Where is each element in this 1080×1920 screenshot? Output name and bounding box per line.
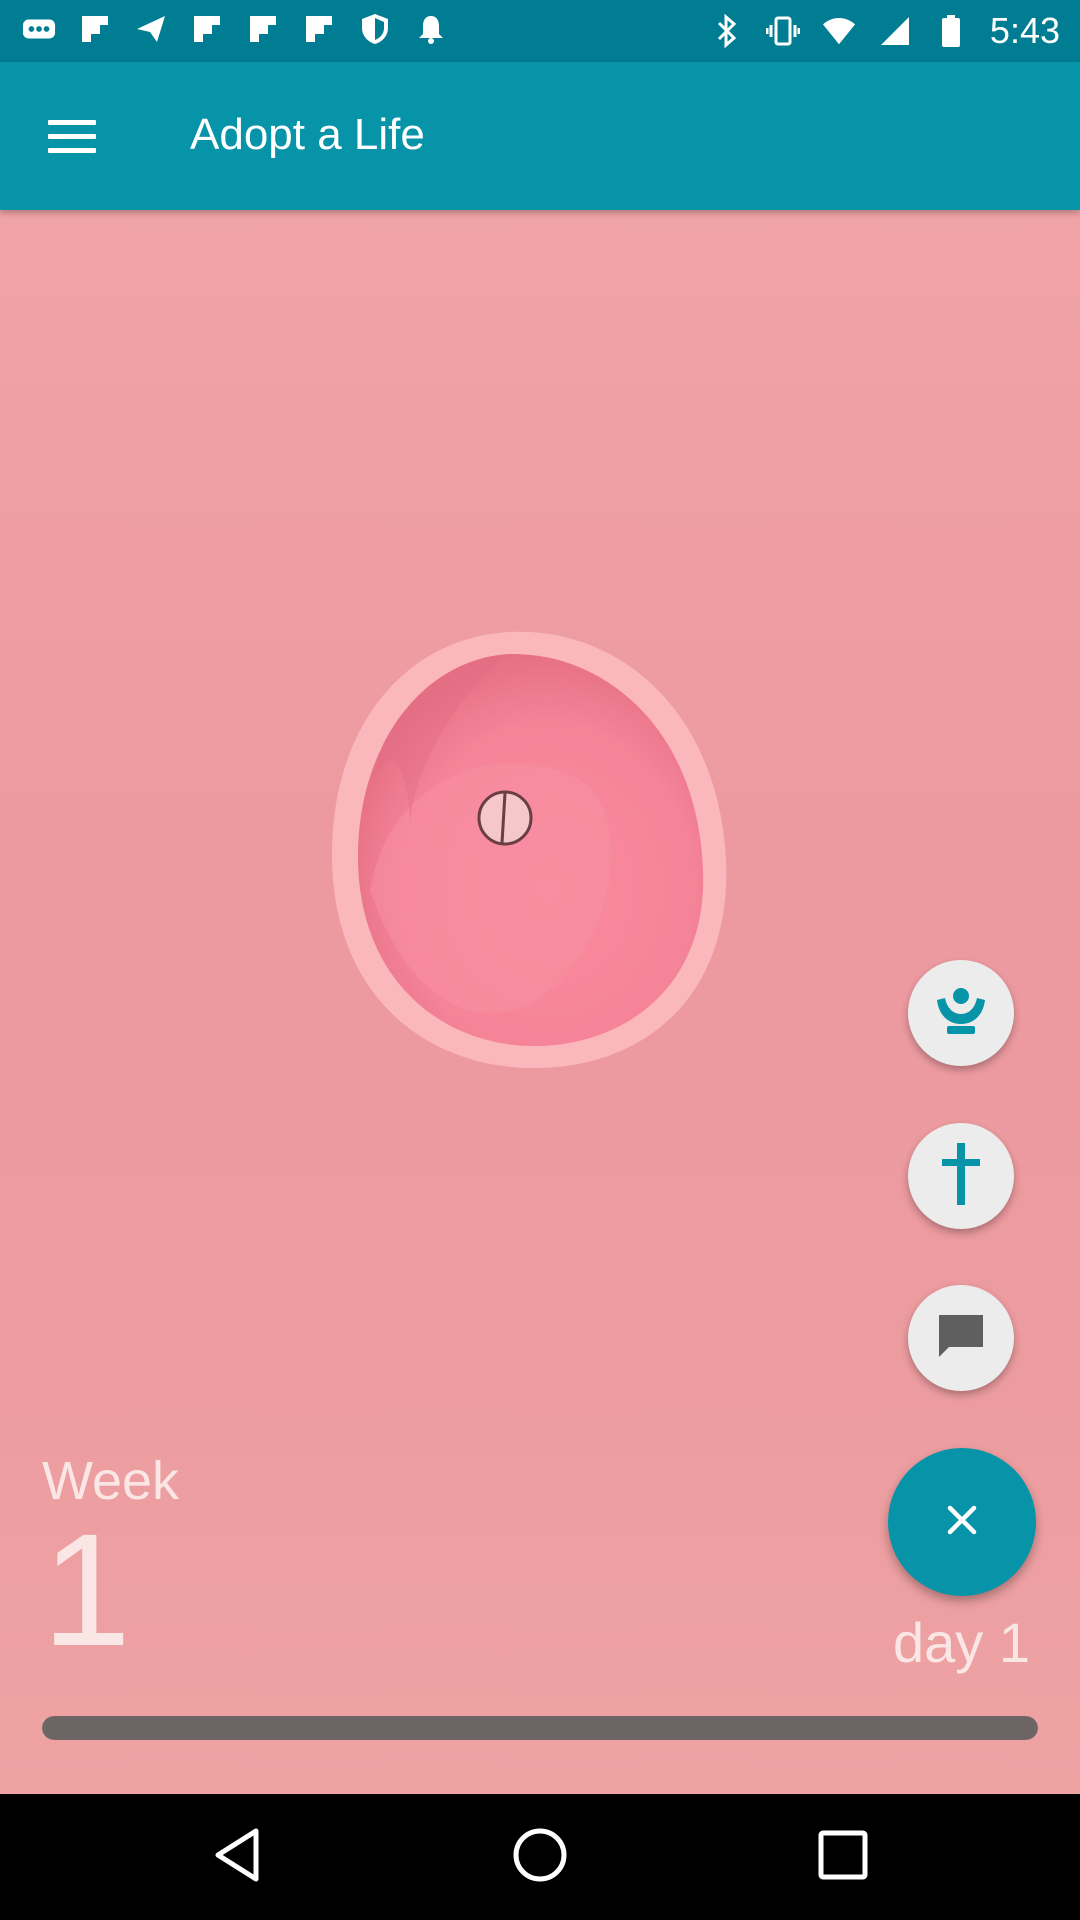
main-content: Week 1 day 1 bbox=[0, 210, 1080, 1794]
prayer-icon bbox=[933, 986, 989, 1041]
bell-icon bbox=[414, 12, 448, 46]
status-time: 5:43 bbox=[989, 10, 1060, 51]
home-button[interactable] bbox=[505, 1822, 575, 1892]
battery-icon bbox=[934, 14, 968, 48]
status-left-icons bbox=[22, 12, 448, 46]
send-icon bbox=[134, 12, 168, 46]
close-button[interactable] bbox=[888, 1448, 1036, 1596]
chat-icon bbox=[935, 1311, 987, 1366]
menu-icon-line bbox=[48, 147, 96, 153]
wifi-icon bbox=[822, 14, 856, 48]
menu-button[interactable] bbox=[36, 106, 108, 166]
embryo-illustration bbox=[330, 630, 730, 1070]
navigation-bar bbox=[0, 1794, 1080, 1920]
flipboard-icon bbox=[246, 12, 280, 46]
recents-icon bbox=[817, 1829, 869, 1886]
week-number: 1 bbox=[42, 1500, 131, 1679]
chat-button[interactable] bbox=[908, 1285, 1014, 1391]
flipboard-icon bbox=[302, 12, 336, 46]
shield-icon bbox=[358, 12, 392, 46]
prayer-button[interactable] bbox=[908, 960, 1014, 1066]
menu-icon-line bbox=[48, 119, 96, 125]
status-right-icons: 5:43 bbox=[710, 10, 1060, 52]
home-icon bbox=[510, 1825, 570, 1890]
flipboard-icon bbox=[78, 12, 112, 46]
vibrate-icon bbox=[765, 14, 800, 48]
progress-bar bbox=[42, 1716, 1038, 1740]
day-label: day 1 bbox=[893, 1611, 1030, 1674]
more-dots-icon bbox=[22, 12, 56, 46]
menu-icon-line bbox=[48, 133, 96, 139]
close-icon bbox=[945, 1503, 979, 1542]
cross-icon bbox=[936, 1141, 986, 1212]
signal-icon bbox=[878, 14, 912, 48]
status-bar: 5:43 bbox=[0, 0, 1080, 62]
progress-fill bbox=[42, 1716, 1038, 1740]
app-bar: Adopt a Life bbox=[0, 62, 1080, 210]
recents-button[interactable] bbox=[808, 1822, 878, 1892]
cross-button[interactable] bbox=[908, 1123, 1014, 1229]
back-icon bbox=[212, 1827, 262, 1888]
flipboard-icon bbox=[190, 12, 224, 46]
app-title: Adopt a Life bbox=[190, 110, 425, 159]
back-button[interactable] bbox=[202, 1822, 272, 1892]
bluetooth-icon bbox=[710, 14, 744, 48]
